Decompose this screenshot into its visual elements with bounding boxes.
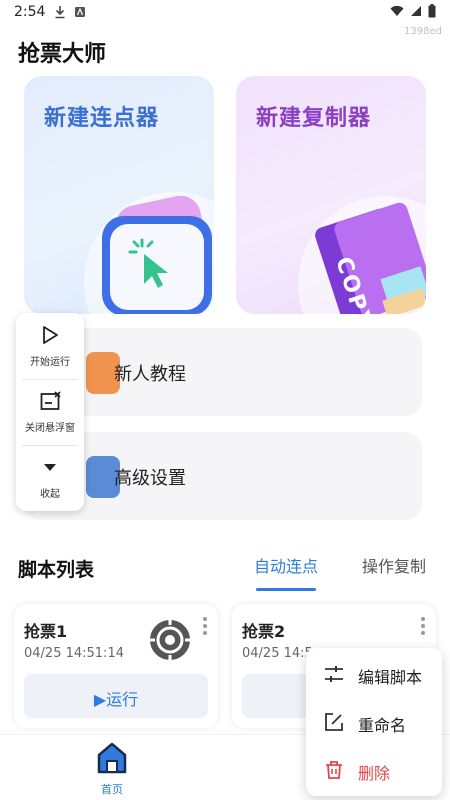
collapse-label: 收起 [40, 489, 60, 500]
delete-menu-item[interactable]: 删除 [306, 746, 442, 794]
status-time: 2:54 [14, 4, 46, 20]
run-label: ▶运行 [93, 690, 139, 709]
home-icon [97, 742, 127, 774]
battery-icon [428, 4, 436, 18]
tab-operation-copy[interactable]: 操作复制 [362, 553, 426, 577]
script-list-title: 脚本列表 [18, 559, 95, 581]
status-icons [390, 4, 436, 18]
delete-label: 删除 [358, 764, 391, 783]
new-clicker-title: 新建连点器 [44, 106, 160, 131]
more-vertical-icon[interactable] [420, 616, 426, 636]
new-clicker-card[interactable]: 新建连点器 [24, 76, 214, 314]
app-notification-icon [75, 7, 85, 17]
tab-auto-click[interactable]: 自动连点 [254, 553, 318, 577]
wifi-icon [390, 5, 404, 16]
advanced-settings-label: 高级设置 [114, 468, 186, 489]
more-vertical-icon[interactable] [202, 616, 208, 636]
rename-label: 重命名 [358, 716, 407, 735]
new-copier-title: 新建复制器 [256, 106, 372, 131]
floating-control-panel: 开始运行 关闭悬浮窗 收起 [16, 313, 84, 511]
watermark: 1398ed [404, 26, 442, 37]
click-target-icon[interactable] [146, 616, 194, 664]
new-copier-card[interactable]: 新建复制器 COPY [236, 76, 426, 314]
nav-home[interactable]: 首页 [88, 741, 136, 797]
close-float-window-label: 关闭悬浮窗 [25, 423, 75, 434]
run-button[interactable]: ▶运行 [24, 674, 208, 718]
caret-down-icon [44, 464, 56, 471]
edit-script-menu-item[interactable]: 编辑脚本 [306, 650, 442, 698]
page-title: 抢票大师 [18, 42, 107, 67]
script-name: 抢票1 [24, 622, 68, 641]
nav-home-label: 首页 [101, 783, 123, 796]
active-tab-indicator [256, 588, 316, 591]
signal-icon [411, 6, 421, 16]
play-icon: ▶ [93, 690, 107, 709]
play-icon [43, 326, 58, 344]
script-time: 04/25 14:5 [242, 646, 313, 661]
script-context-menu: 编辑脚本 重命名 删除 [306, 648, 442, 796]
sliders-icon [325, 666, 343, 682]
download-icon [55, 6, 65, 19]
start-run-button[interactable]: 开始运行 [16, 313, 84, 379]
rename-menu-item[interactable]: 重命名 [306, 698, 442, 746]
edit-script-label: 编辑脚本 [358, 668, 423, 687]
clicker-illustration-icon [84, 192, 214, 314]
script-name: 抢票2 [242, 622, 286, 641]
collapse-button[interactable]: 收起 [16, 445, 84, 511]
tutorial-label: 新人教程 [114, 364, 186, 385]
edit-box-icon [325, 713, 343, 731]
start-run-label: 开始运行 [30, 357, 70, 368]
trash-icon [326, 761, 342, 779]
close-float-window-button[interactable]: 关闭悬浮窗 [16, 379, 84, 445]
script-time: 04/25 14:51:14 [24, 646, 124, 661]
close-window-icon [40, 391, 61, 410]
status-bar: 2:54 [0, 0, 450, 26]
